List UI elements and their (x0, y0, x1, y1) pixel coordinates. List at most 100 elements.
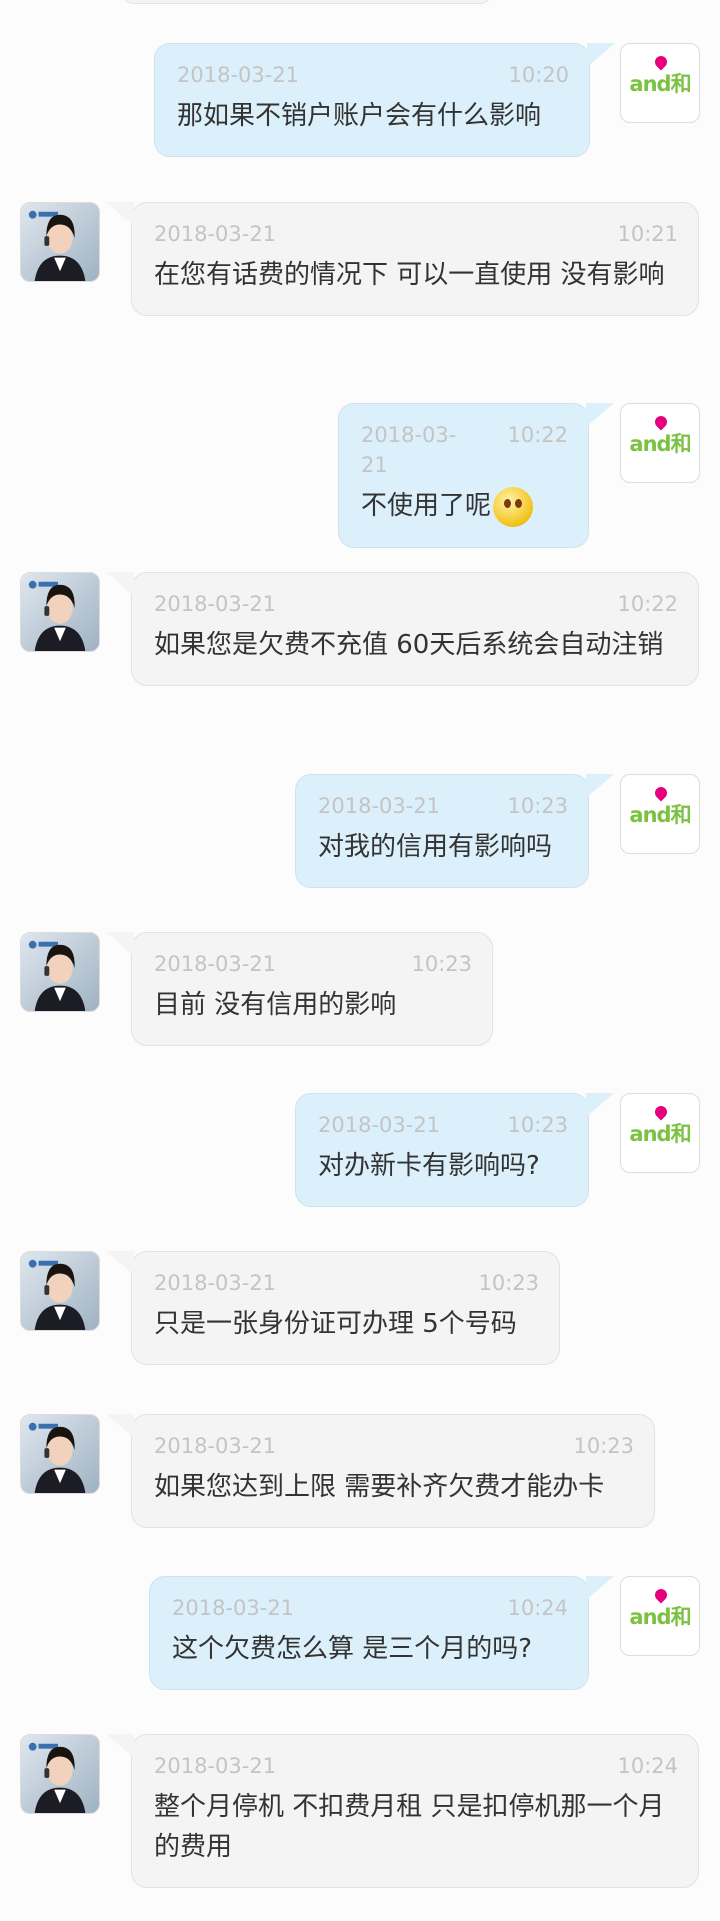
message-text: 那如果不销户账户会有什么影响 (177, 96, 569, 136)
brand-avatar-icon[interactable]: and和 (620, 1576, 700, 1656)
agent-avatar[interactable] (20, 202, 100, 282)
message-text: 如果您达到上限 需要补齐欠费才能办卡 (154, 1467, 634, 1507)
message-text: 对办新卡有影响吗? (318, 1146, 568, 1186)
brand-logo-label: and和 (629, 1605, 691, 1629)
message-date: 2018-03-21 (154, 222, 277, 246)
brand-logo-label: and和 (629, 1122, 691, 1146)
message-text-content: 对我的信用有影响吗 (318, 832, 553, 862)
message-date: 2018-03-21 (154, 952, 277, 976)
message-time: 10:23 (507, 794, 568, 818)
brand-logo-text: and和 (629, 53, 692, 98)
message-time: 10:22 (507, 423, 568, 447)
message-text: 只是一张身份证可办理 5个号码 (154, 1304, 539, 1344)
message-date: 2018-03-21 (318, 794, 441, 818)
message-time: 10:23 (478, 1271, 539, 1295)
message-text-content: 那如果不销户账户会有什么影响 (177, 101, 542, 131)
bubble-tail (106, 1251, 134, 1275)
message-meta: 2018-03-21 10:24 (172, 1593, 568, 1623)
message-bubble[interactable]: 2018-03-21 10:24 这个欠费怎么算 是三个月的吗? (149, 1576, 614, 1690)
agent-avatar[interactable] (20, 572, 100, 652)
brand-pin-icon (652, 53, 670, 71)
bubble-tail (106, 932, 134, 956)
message-bubble[interactable]: 2018-03-21 10:23 只是一张身份证可办理 5个号码 (106, 1251, 560, 1365)
message-text-content: 对办新卡有影响吗? (318, 1151, 540, 1181)
agent-avatar[interactable] (20, 932, 100, 1012)
message-date: 2018-03-21 (154, 1271, 277, 1295)
bubble-tail (106, 1734, 134, 1758)
message-meta: 2018-03-21 10:23 (318, 1110, 568, 1140)
message-bubble[interactable]: 2018-03-21 10:23 目前 没有信用的影响 (106, 932, 493, 1046)
brand-pin-icon (652, 413, 670, 431)
brand-logo-text: and和 (629, 1103, 692, 1148)
message-text-content: 目前 没有信用的影响 (154, 990, 397, 1020)
message-time: 10:24 (507, 1596, 568, 1620)
message-time: 10:22 (617, 592, 678, 616)
brand-pin-icon (652, 1586, 670, 1604)
message-date: 2018-03-21 (177, 63, 300, 87)
brand-logo-label: and和 (629, 803, 691, 827)
message-date: 2018-03-21 (154, 1754, 277, 1778)
bubble-tail (106, 202, 134, 226)
brand-logo-label: and和 (629, 432, 691, 456)
agent-avatar[interactable] (20, 1734, 100, 1814)
message-meta: 2018-03-21 10:23 (154, 1431, 634, 1461)
message-text-content: 不使用了呢 (361, 491, 492, 521)
brand-avatar-icon[interactable]: and和 (620, 774, 700, 854)
bubble-tail (106, 572, 134, 596)
message-text-content: 只是一张身份证可办理 5个号码 (154, 1309, 517, 1339)
message-text: 这个欠费怎么算 是三个月的吗? (172, 1629, 568, 1669)
message-meta: 2018-03-21 10:21 (154, 219, 678, 249)
message-bubble[interactable]: 2018-03-21 10:23 对办新卡有影响吗? (295, 1093, 614, 1207)
message-meta: 2018-03-21 10:22 (361, 420, 568, 480)
message-meta: 2018-03-21 10:23 (318, 791, 568, 821)
message-text: 如果您是欠费不充值 60天后系统会自动注销 (154, 625, 678, 665)
brand-pin-icon (652, 784, 670, 802)
message-bubble[interactable]: 2018-03-21 10:22 不使用了呢 (338, 403, 614, 548)
brand-pin-icon (652, 1103, 670, 1121)
message-text-content: 在您有话费的情况下 可以一直使用 没有影响 (154, 260, 665, 290)
message-text: 在您有话费的情况下 可以一直使用 没有影响 (154, 255, 678, 295)
message-text-content: 如果您是欠费不充值 60天后系统会自动注销 (154, 630, 664, 660)
message-text-content: 整个月停机 不扣费月租 只是扣停机那一个月的费用 (154, 1792, 665, 1862)
bubble-tail (586, 1093, 614, 1117)
agent-avatar[interactable] (20, 1414, 100, 1494)
message-time: 10:20 (508, 63, 569, 87)
message-time: 10:23 (573, 1434, 634, 1458)
message-text-content: 如果您达到上限 需要补齐欠费才能办卡 (154, 1472, 605, 1502)
message-bubble[interactable]: 2018-03-21 10:22 如果您是欠费不充值 60天后系统会自动注销 (106, 572, 699, 686)
message-time: 10:21 (617, 222, 678, 246)
message-text: 不使用了呢 (361, 486, 568, 527)
message-meta: 2018-03-21 10:22 (154, 589, 678, 619)
brand-avatar-icon[interactable]: and和 (620, 43, 700, 123)
bubble-tail (106, 1414, 134, 1438)
agent-avatar[interactable] (20, 1251, 100, 1331)
message-text: 整个月停机 不扣费月租 只是扣停机那一个月的费用 (154, 1787, 678, 1867)
bubble-tail (586, 1576, 614, 1600)
previous-message-bubble (122, 0, 492, 4)
message-date: 2018-03-21 (154, 592, 277, 616)
message-bubble[interactable]: 2018-03-21 10:21 在您有话费的情况下 可以一直使用 没有影响 (106, 202, 699, 316)
message-meta: 2018-03-21 10:23 (154, 1268, 539, 1298)
bubble-tail (587, 43, 615, 67)
message-bubble[interactable]: 2018-03-21 10:23 如果您达到上限 需要补齐欠费才能办卡 (106, 1414, 655, 1528)
brand-logo-text: and和 (629, 413, 692, 458)
message-text: 对我的信用有影响吗 (318, 827, 568, 867)
message-meta: 2018-03-21 10:23 (154, 949, 472, 979)
message-meta: 2018-03-21 10:24 (154, 1751, 678, 1781)
smile-emoji-icon (493, 486, 534, 527)
brand-logo-label: and和 (629, 72, 691, 96)
brand-logo-text: and和 (629, 784, 692, 829)
message-bubble[interactable]: 2018-03-21 10:24 整个月停机 不扣费月租 只是扣停机那一个月的费用 (106, 1734, 699, 1888)
message-meta: 2018-03-21 10:20 (177, 60, 569, 90)
bubble-tail (586, 403, 614, 427)
brand-avatar-icon[interactable]: and和 (620, 1093, 700, 1173)
brand-avatar-icon[interactable]: and和 (620, 403, 700, 483)
message-date: 2018-03-21 (172, 1596, 295, 1620)
message-time: 10:23 (411, 952, 472, 976)
message-text: 目前 没有信用的影响 (154, 985, 472, 1025)
bubble-tail (586, 774, 614, 798)
message-bubble[interactable]: 2018-03-21 10:23 对我的信用有影响吗 (295, 774, 614, 888)
message-date: 2018-03-21 (154, 1434, 277, 1458)
message-text-content: 这个欠费怎么算 是三个月的吗? (172, 1634, 533, 1664)
message-bubble[interactable]: 2018-03-21 10:20 那如果不销户账户会有什么影响 (154, 43, 615, 157)
